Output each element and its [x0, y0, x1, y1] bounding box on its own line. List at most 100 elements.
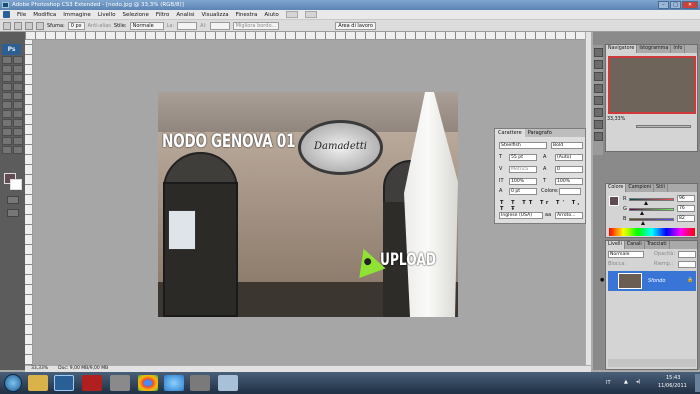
slice-tool-icon[interactable]: [13, 74, 23, 82]
font-style-select[interactable]: Bold: [551, 142, 583, 149]
chrome-taskbar-icon[interactable]: [138, 375, 158, 391]
menu-visualizza[interactable]: Visualizza: [201, 12, 228, 18]
subtract-selection-icon[interactable]: [36, 21, 44, 30]
crop-tool-icon[interactable]: [2, 74, 12, 82]
navigator-zoom-slider[interactable]: [636, 125, 691, 128]
horizontal-scale-input[interactable]: 100%: [555, 178, 583, 185]
tab-canali[interactable]: Canali: [625, 241, 645, 249]
layer-name[interactable]: Sfondo: [648, 278, 665, 284]
menu-file[interactable]: File: [17, 12, 26, 18]
blur-tool-icon[interactable]: [2, 110, 12, 118]
tab-campioni[interactable]: Campioni: [626, 184, 655, 192]
clone-source-panel-icon[interactable]: [594, 84, 603, 93]
itunes-taskbar-icon[interactable]: [164, 375, 184, 391]
screen-mode-icon[interactable]: [7, 209, 19, 217]
tab-istogramma[interactable]: Istogramma: [637, 45, 672, 53]
font-family-select[interactable]: Steelfish: [499, 142, 547, 149]
language-select[interactable]: Inglese (USA): [499, 212, 543, 219]
b-slider[interactable]: [629, 218, 674, 221]
color-spectrum-bar[interactable]: [609, 228, 695, 236]
move-tool-icon[interactable]: [2, 56, 12, 64]
g-value[interactable]: 76: [677, 205, 695, 212]
magic-wand-tool-icon[interactable]: [13, 65, 23, 73]
tab-info[interactable]: Info: [671, 45, 686, 53]
marquee-tool-icon[interactable]: [13, 56, 23, 64]
explorer-taskbar-icon[interactable]: [28, 375, 48, 391]
close-button[interactable]: ✕: [682, 1, 698, 9]
minimize-button[interactable]: –: [658, 1, 669, 9]
brushes-panel-icon[interactable]: [594, 72, 603, 81]
tray-network-icon[interactable]: ▲: [624, 379, 628, 385]
start-button[interactable]: [4, 374, 22, 392]
baseline-input[interactable]: 0 pt: [509, 188, 537, 195]
shape-tool-icon[interactable]: [13, 128, 23, 136]
bridge-button[interactable]: [285, 11, 298, 18]
layer-comps-icon[interactable]: [594, 108, 603, 117]
tab-paragrafo[interactable]: Paragrafo: [525, 129, 555, 137]
antialias-select[interactable]: Arroto...: [555, 212, 583, 219]
healing-tool-icon[interactable]: [2, 83, 12, 91]
hand-tool-icon[interactable]: [2, 146, 12, 154]
navigator-zoom[interactable]: 33,33%: [607, 117, 625, 122]
actions-panel-icon[interactable]: [594, 60, 603, 69]
g-slider[interactable]: [629, 208, 674, 211]
photoshop-taskbar-icon[interactable]: [54, 375, 74, 391]
r-slider-thumb[interactable]: [644, 201, 648, 205]
pen-tool-icon[interactable]: [2, 119, 12, 127]
eraser-tool-icon[interactable]: [2, 101, 12, 109]
tab-stili[interactable]: Stili: [654, 184, 668, 192]
menu-modifica[interactable]: Modifica: [33, 12, 56, 18]
menu-analisi[interactable]: Analisi: [176, 12, 194, 18]
navigator-thumbnail[interactable]: [608, 56, 696, 114]
menu-filtro[interactable]: Filtro: [156, 12, 169, 18]
style-select[interactable]: Normale: [129, 21, 164, 30]
new-selection-icon[interactable]: [14, 21, 22, 30]
background-color-swatch[interactable]: [10, 179, 22, 190]
menu-immagine[interactable]: Immagine: [63, 12, 91, 18]
marquee-preset-icon[interactable]: [3, 21, 11, 30]
history-brush-tool-icon[interactable]: [13, 92, 23, 100]
ps-menu-icon[interactable]: [3, 11, 10, 18]
gradient-tool-icon[interactable]: [13, 101, 23, 109]
antialias-checkbox[interactable]: Anti-alias: [88, 23, 111, 29]
r-slider[interactable]: [629, 198, 674, 201]
history-panel-icon[interactable]: [594, 48, 603, 57]
workspace-select[interactable]: Area di lavoro: [335, 21, 376, 30]
notes-tool-icon[interactable]: [2, 137, 12, 145]
menu-finestra[interactable]: Finestra: [236, 12, 258, 18]
layer-row[interactable]: ● Sfondo 🔒: [600, 271, 696, 291]
add-selection-icon[interactable]: [25, 21, 33, 30]
tab-navigatore[interactable]: Navigatore: [606, 45, 638, 53]
text-color-swatch[interactable]: [559, 188, 581, 195]
stamp-tool-icon[interactable]: [2, 92, 12, 100]
acrobat-taskbar-icon[interactable]: [82, 375, 102, 391]
zoom-tool-icon[interactable]: [13, 146, 23, 154]
menu-livello[interactable]: Livello: [98, 12, 116, 18]
tray-time[interactable]: 15:43: [666, 375, 680, 381]
dodge-tool-icon[interactable]: [13, 110, 23, 118]
screen-mode-button[interactable]: [304, 11, 317, 18]
eye-icon[interactable]: ●: [600, 277, 604, 283]
media-taskbar-icon[interactable]: [190, 375, 210, 391]
maximize-button[interactable]: □: [670, 1, 681, 9]
tray-volume-icon[interactable]: ◂): [636, 379, 640, 385]
opacity-input[interactable]: [678, 251, 696, 258]
eyedropper-tool-icon[interactable]: [13, 137, 23, 145]
window-taskbar-icon[interactable]: [218, 375, 238, 391]
kerning-input[interactable]: Metrica: [509, 166, 537, 173]
leading-input[interactable]: (Auto): [555, 154, 583, 161]
document-canvas[interactable]: Damadetti NODO GENOVA 01 UPLOAD: [158, 92, 458, 317]
tab-colore[interactable]: Colore: [606, 184, 627, 192]
show-desktop-button[interactable]: [695, 374, 700, 392]
tray-language[interactable]: IT: [606, 380, 611, 386]
width-input[interactable]: [177, 21, 198, 30]
type-tool-icon[interactable]: [13, 119, 23, 127]
tracking-input[interactable]: 0: [555, 166, 583, 173]
feather-input[interactable]: 0 px: [67, 21, 85, 30]
menu-selezione[interactable]: Selezione: [122, 12, 148, 18]
b-slider-thumb[interactable]: [641, 221, 645, 225]
layer-footer-buttons[interactable]: [608, 359, 696, 367]
app-taskbar-icon[interactable]: [110, 375, 130, 391]
tab-tracciati[interactable]: Tracciati: [645, 241, 670, 249]
height-input[interactable]: [209, 21, 230, 30]
